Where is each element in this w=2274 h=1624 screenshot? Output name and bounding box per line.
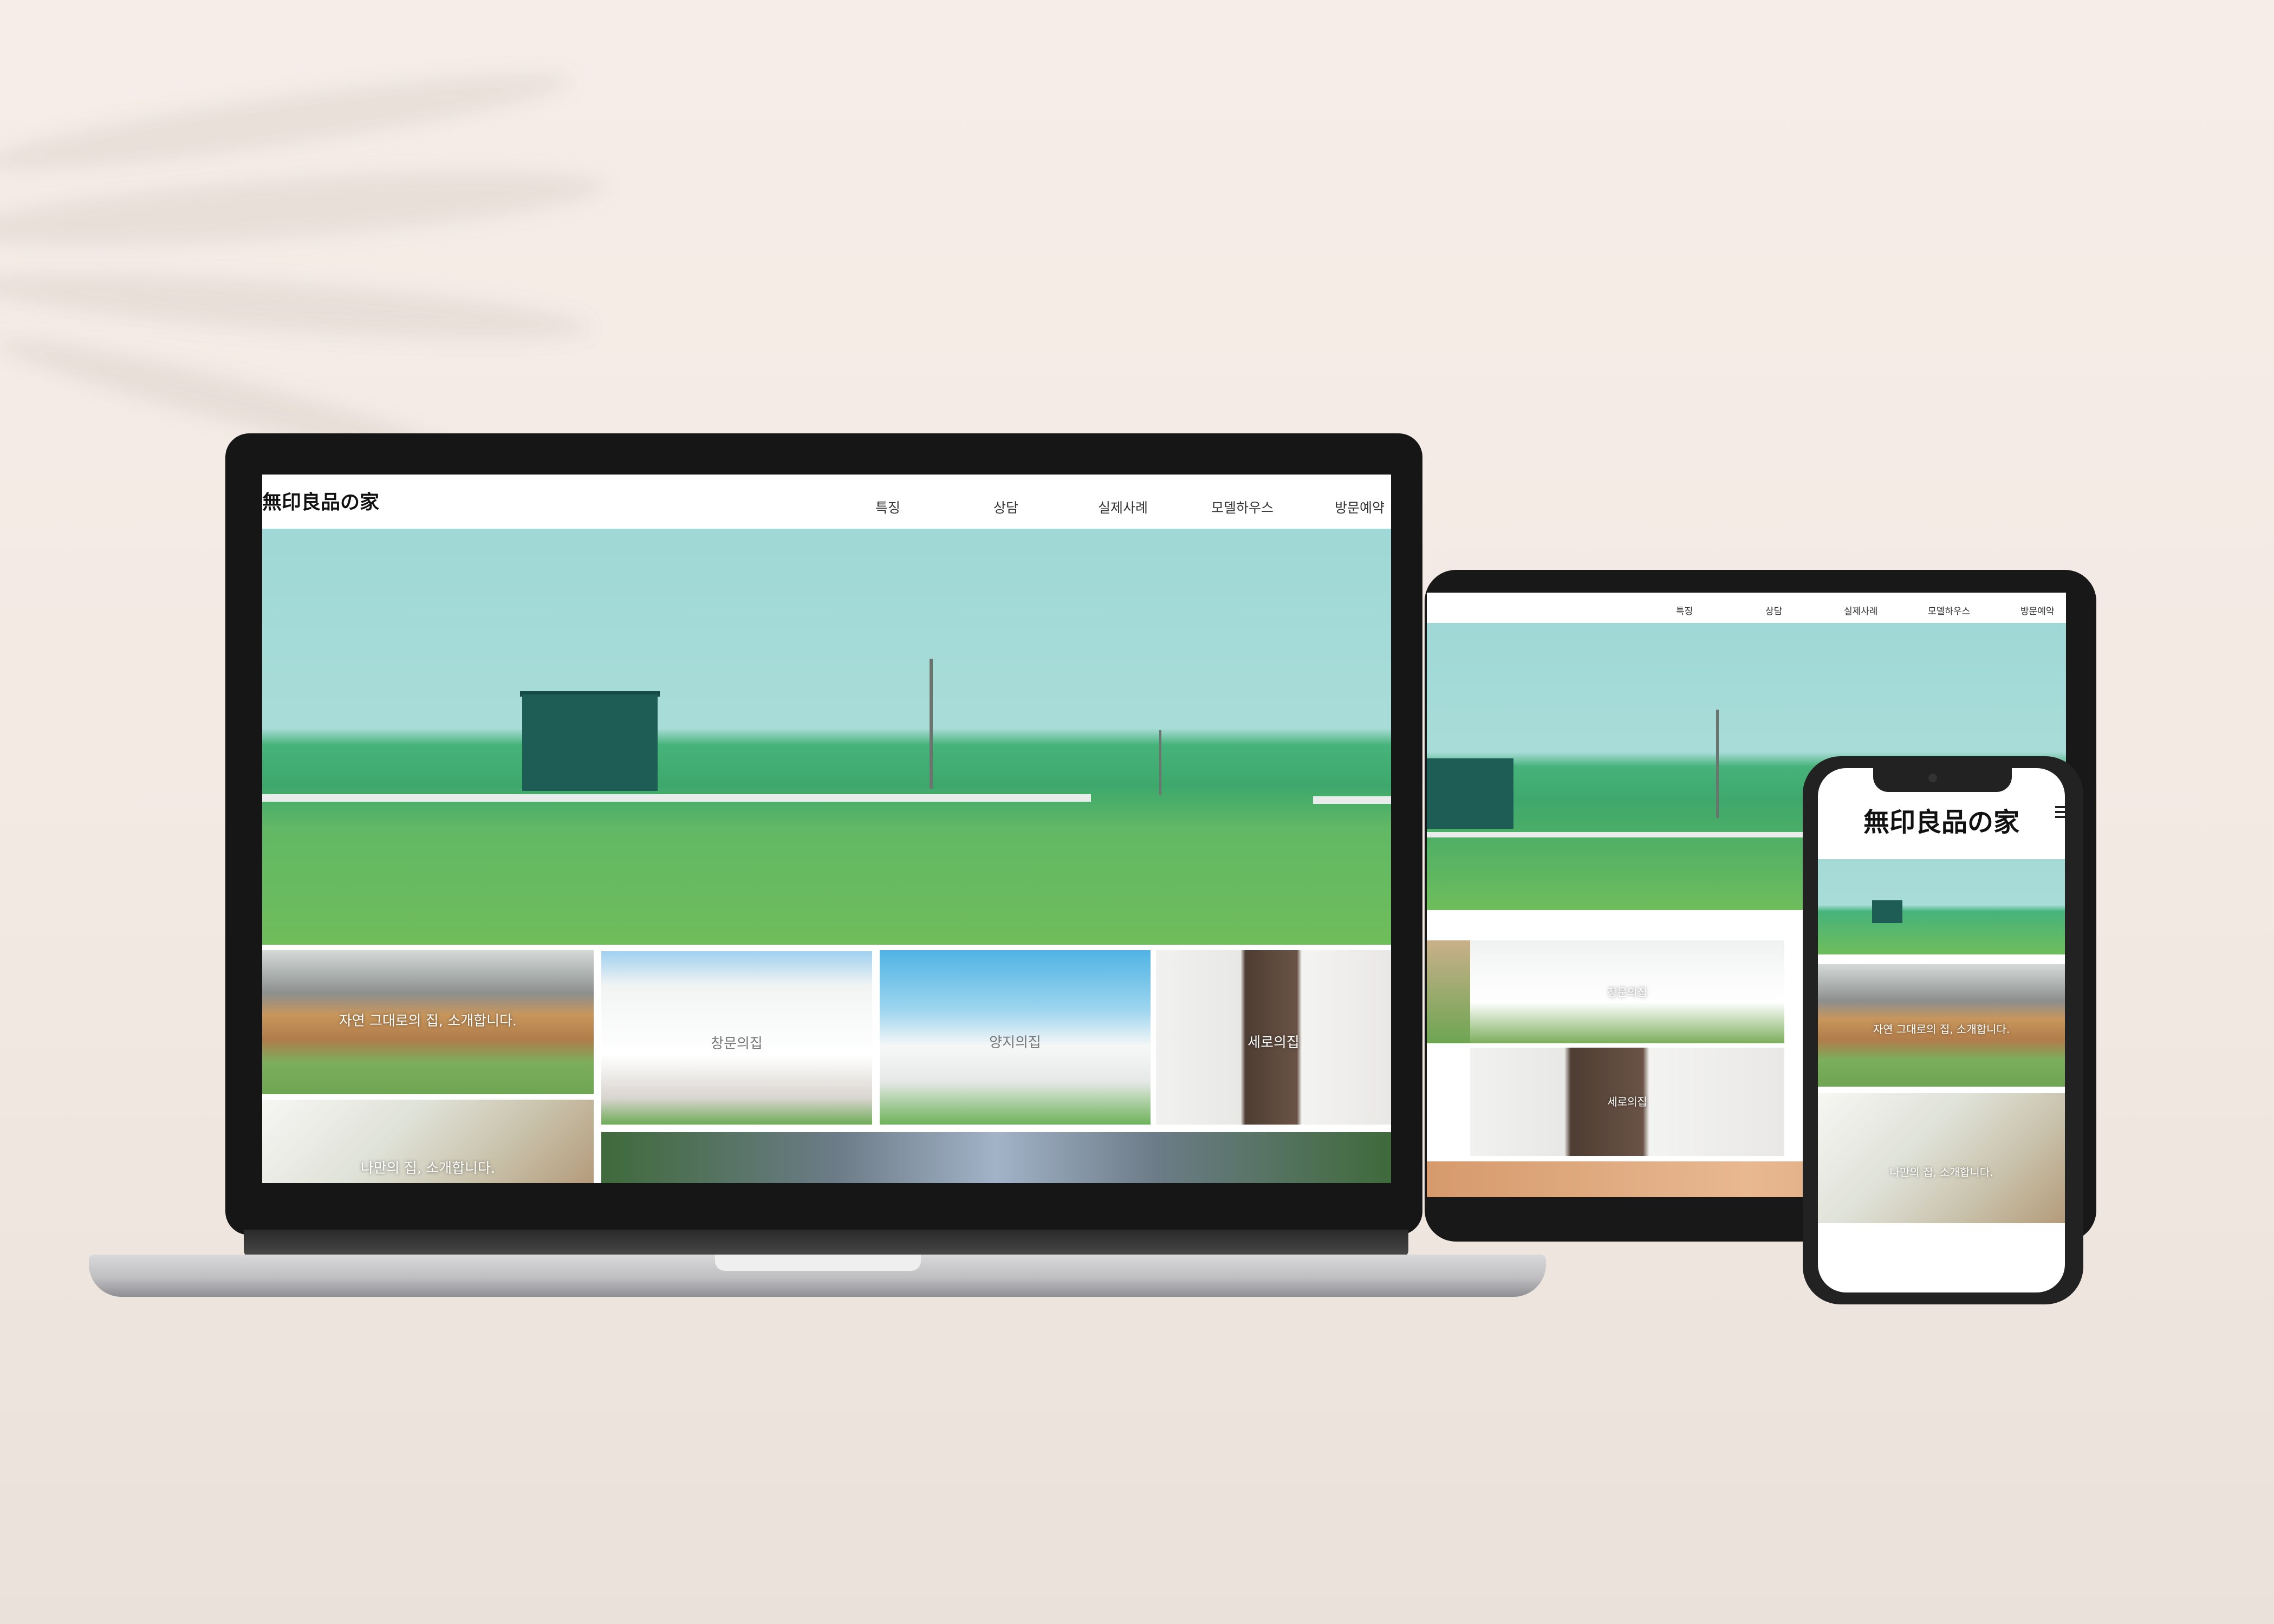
nav-model-house[interactable]: 모델하우스: [1211, 497, 1274, 517]
fence: [262, 794, 1091, 802]
tablet-nav-model-house[interactable]: 모델하우스: [1928, 603, 1970, 617]
tile-nature-house[interactable]: 자연 그대로의 집, 소개합니다.: [262, 950, 594, 1094]
phone-tile-my-house[interactable]: 나만의 집, 소개합니다.: [1818, 1093, 2065, 1223]
site-logo[interactable]: 無印良品の家: [262, 486, 379, 515]
phone-notch: [1873, 768, 2012, 792]
laptop-notch: [715, 1255, 921, 1271]
nav-features[interactable]: 특징: [875, 497, 900, 517]
tablet-tile-nature-house[interactable]: [1427, 940, 1470, 1043]
tile-caption: 자연 그대로의 집, 소개합니다.: [339, 1013, 517, 1029]
tile-caption: 자연 그대로의 집, 소개합니다.: [1873, 1023, 2010, 1036]
utility-pole: [930, 659, 933, 789]
house-shape: [1427, 758, 1513, 829]
tile-caption: 양지의집: [989, 1035, 1041, 1051]
house-shape: [1872, 900, 1902, 923]
menu-icon[interactable]: [2055, 806, 2065, 819]
tile-window-house[interactable]: 창문의집: [601, 951, 872, 1125]
hero-image: [262, 529, 1391, 945]
leaf-shadow: [0, 156, 608, 261]
tile-caption: 나만의 집, 소개합니다.: [1889, 1166, 1993, 1179]
camera-icon: [1928, 774, 1937, 782]
tablet-tile-vertical-house[interactable]: 세로의집: [1470, 1048, 1784, 1156]
tile-roof-house[interactable]: [601, 1132, 1391, 1183]
site-header: 無印良品の家 특징 상담 실제사례 모델하우스 방문예약: [262, 475, 1391, 529]
tablet-nav-cases[interactable]: 실제사례: [1844, 603, 1878, 617]
tile-caption: 창문의집: [711, 1036, 763, 1052]
leaf-shadow: [0, 259, 592, 353]
fence: [1313, 796, 1391, 804]
utility-pole: [1716, 710, 1719, 818]
nav-cases[interactable]: 실제사례: [1098, 497, 1148, 517]
phone-tile-nature-house[interactable]: 자연 그대로의 집, 소개합니다.: [1818, 964, 2065, 1087]
tile-vertical-house[interactable]: 세로의집: [1156, 950, 1391, 1125]
nav-consult[interactable]: 상담: [993, 497, 1018, 517]
laptop-screen: 無印良品の家 특징 상담 실제사례 모델하우스 방문예약 자연 그대로의 집, …: [262, 475, 1391, 1183]
tablet-nav-visit-booking[interactable]: 방문예약: [2020, 603, 2055, 617]
phone-logo[interactable]: 無印良品の家: [1818, 801, 2065, 839]
tile-caption: 나만의 집, 소개합니다.: [360, 1160, 496, 1177]
tablet-nav-features[interactable]: 특징: [1676, 603, 1693, 617]
laptop-hinge: [244, 1230, 1408, 1258]
phone-hero-image: [1818, 859, 2065, 954]
tile-caption: 창문의집: [1607, 986, 1647, 999]
tile-my-house[interactable]: 나만의 집, 소개합니다.: [262, 1100, 594, 1183]
utility-pole: [1159, 730, 1161, 795]
nav-visit-booking[interactable]: 방문예약: [1335, 497, 1385, 517]
tile-caption: 세로의집: [1248, 1035, 1300, 1051]
house-shape: [522, 694, 658, 791]
tablet-nav-consult[interactable]: 상담: [1765, 603, 1782, 617]
tile-caption: 세로의집: [1607, 1095, 1647, 1108]
tile-sunny-house[interactable]: 양지의집: [880, 950, 1151, 1125]
leaf-shadow: [0, 56, 575, 188]
phone-screen: 無印良品の家 자연 그대로의 집, 소개합니다. 나만의 집, 소개합니다.: [1818, 768, 2065, 1292]
tablet-tile-window-house[interactable]: 창문의집: [1470, 940, 1784, 1043]
